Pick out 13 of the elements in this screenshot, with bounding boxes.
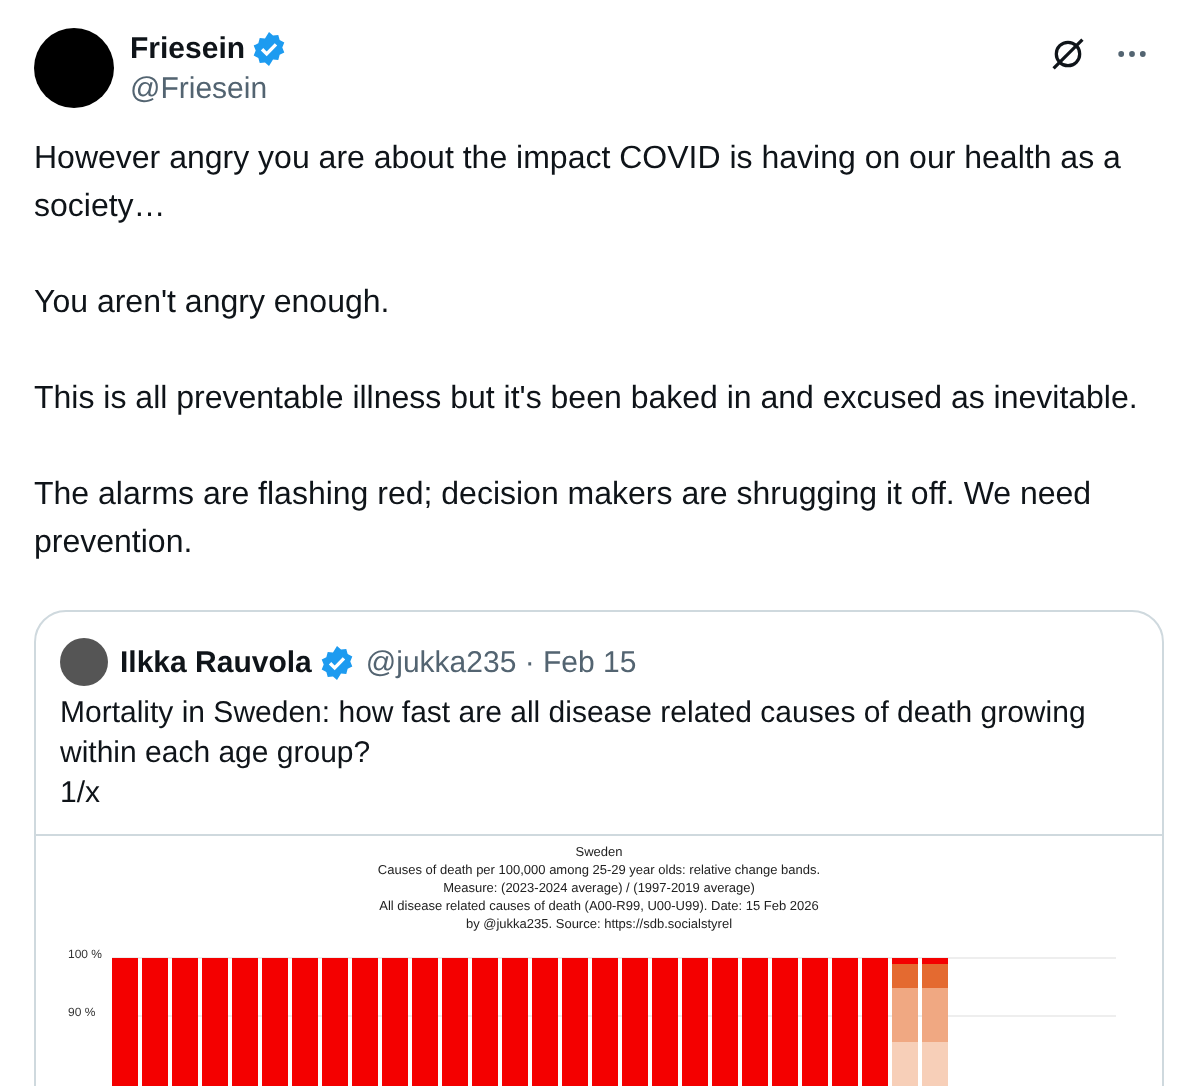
quoted-author-name: Ilkka Rauvola [120,645,312,679]
quoted-post-card[interactable] [34,610,1164,1086]
slashed-circle-icon[interactable] [1050,36,1086,72]
quoted-avatar [60,638,108,686]
quoted-handle-date: @jukka235 · Feb 15 [365,645,637,679]
post-paragraph: You aren't angry enough. [34,284,392,324]
post-paragraph: The alarms are flashing red; decision makers are shrugging it off. We need prevention. [34,476,1094,564]
author-name[interactable]: Friesein [130,32,246,66]
quoted-text: Mortality in Sweden: how fast are all disease related causes of death growing within each age group? 1/x [58,694,1088,814]
avatar[interactable] [34,28,114,108]
post-paragraph: However angry you are about the impact COVID is having on our health as a society… [34,140,1123,228]
author-handle[interactable]: @Friesein [130,72,1034,106]
post-paragraph: This is all preventable illness but it's been baked in and excused as inevitable. [34,380,1140,420]
